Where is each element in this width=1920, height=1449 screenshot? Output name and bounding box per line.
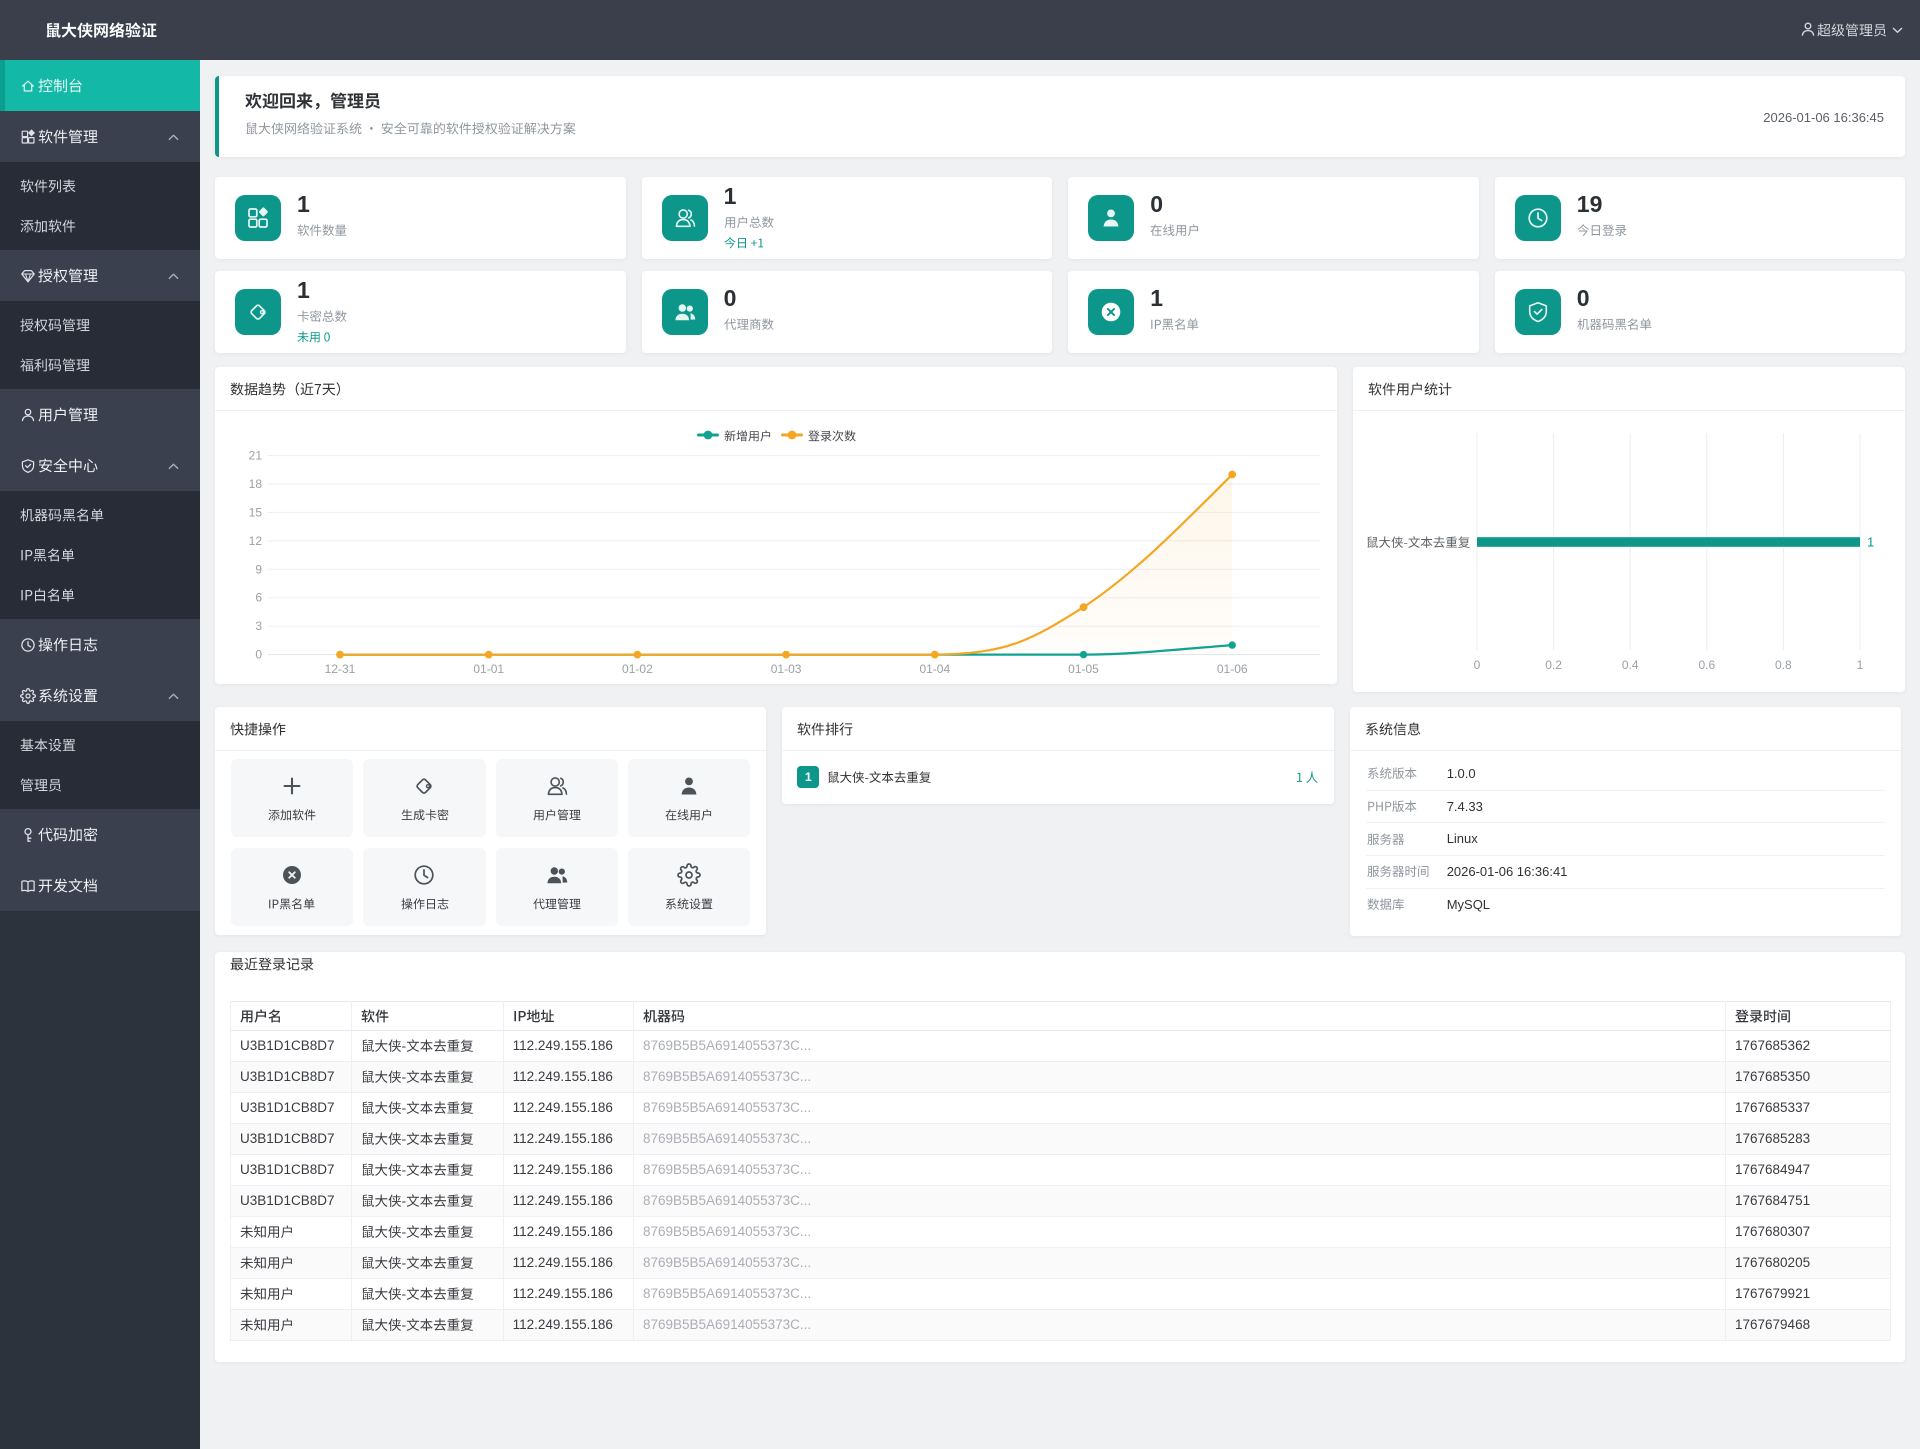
svg-text:1: 1 [1857,658,1864,672]
svg-text:0.4: 0.4 [1622,658,1639,672]
svg-text:12: 12 [249,534,263,548]
svg-text:9: 9 [255,562,262,576]
svg-text:1: 1 [1867,535,1874,550]
svg-text:01-01: 01-01 [473,662,504,676]
svg-text:3: 3 [255,619,262,633]
svg-text:21: 21 [249,449,263,463]
svg-text:0.6: 0.6 [1698,658,1715,672]
svg-text:01-04: 01-04 [919,662,950,676]
svg-text:15: 15 [249,505,263,519]
svg-text:0: 0 [255,648,262,662]
svg-text:01-05: 01-05 [1068,662,1099,676]
svg-text:01-03: 01-03 [771,662,802,676]
svg-text:12-31: 12-31 [325,662,356,676]
svg-text:18: 18 [249,477,263,491]
svg-text:6: 6 [255,591,262,605]
svg-text:0: 0 [1474,658,1481,672]
svg-text:0.8: 0.8 [1775,658,1792,672]
svg-text:01-06: 01-06 [1217,662,1248,676]
svg-text:01-02: 01-02 [622,662,653,676]
svg-text:0.2: 0.2 [1545,658,1562,672]
